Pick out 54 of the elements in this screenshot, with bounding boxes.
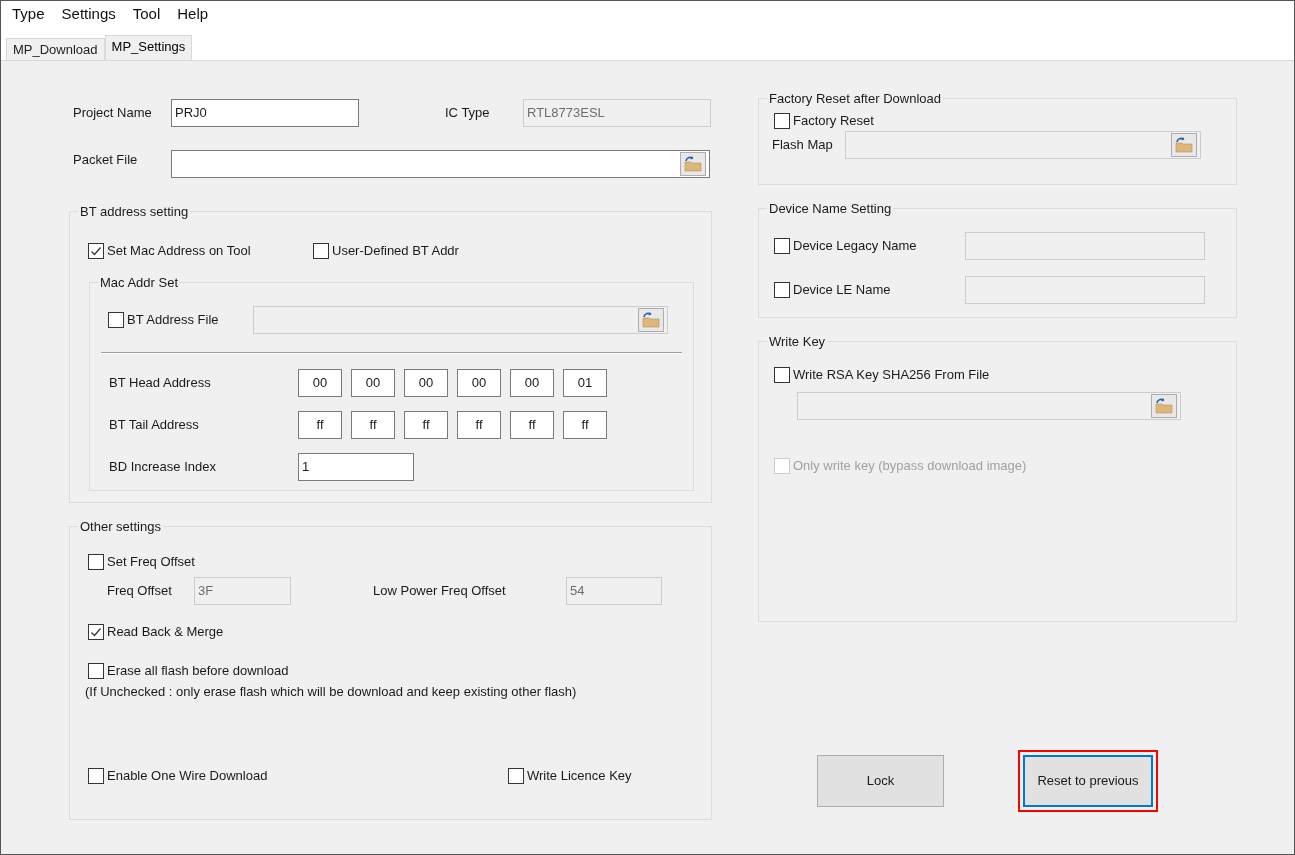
field-label: BD Increase Index [108, 458, 217, 477]
field-label: Packet File [72, 151, 139, 169]
byte-field[interactable]: ff [351, 411, 395, 439]
menu-item[interactable]: Tool [131, 2, 162, 26]
group-title: Mac Addr Set [99, 273, 180, 292]
checkbox[interactable]: Set Mac Address on Tool [88, 241, 313, 260]
checkmark-icon [90, 244, 102, 257]
action-button[interactable]: Reset to previous [1023, 755, 1153, 807]
field-label: BT Head Address [108, 374, 212, 393]
group-title: Factory Reset after Download [768, 90, 942, 108]
text-field[interactable] [171, 150, 710, 178]
checkbox[interactable]: Device Legacy Name [774, 236, 965, 255]
checkbox[interactable]: Write RSA Key SHA256 From File [774, 365, 1236, 384]
byte-field[interactable]: ff [298, 411, 342, 439]
text-field[interactable]: 1 [298, 453, 414, 481]
group-title: Device Name Setting [768, 200, 893, 218]
field-label: Low Power Freq Offset [373, 581, 507, 600]
checkmark-icon [90, 625, 102, 638]
group-title: Write Key [768, 333, 827, 351]
checkbox[interactable]: Erase all flash before download [88, 661, 711, 680]
group-title: BT address setting [79, 203, 190, 221]
checkbox[interactable]: BT Address File [108, 311, 253, 329]
checkbox[interactable]: User-Defined BT Addr [313, 241, 459, 260]
byte-field[interactable]: ff [404, 411, 448, 439]
byte-field[interactable]: 00 [457, 369, 501, 397]
folder-browse-button[interactable] [680, 152, 706, 176]
checkbox[interactable]: Factory Reset [774, 111, 1236, 130]
menu-item[interactable]: Help [176, 2, 210, 26]
field-label: IC Type [445, 104, 491, 123]
action-button[interactable]: Lock [817, 755, 944, 807]
byte-field[interactable]: ff [457, 411, 501, 439]
byte-field[interactable]: ff [510, 411, 554, 439]
tab[interactable]: MP_Settings [104, 35, 193, 60]
tab[interactable]: MP_Download [6, 38, 105, 60]
byte-field[interactable]: 00 [298, 369, 342, 397]
byte-field[interactable]: 00 [351, 369, 395, 397]
note-text: (If Unchecked : only erase flash which will be download and keep existing other flash) [85, 683, 577, 699]
checkbox[interactable]: Write Licence Key [508, 767, 632, 785]
text-field[interactable]: PRJ0 [171, 99, 359, 127]
byte-field[interactable]: 00 [404, 369, 448, 397]
field-label: BT Tail Address [108, 416, 200, 435]
byte-field[interactable]: ff [563, 411, 607, 439]
field-label: Freq Offset [106, 581, 173, 600]
checkbox[interactable]: Enable One Wire Download [88, 767, 508, 785]
byte-field[interactable]: 00 [510, 369, 554, 397]
menu-item[interactable]: Type [11, 2, 46, 26]
byte-field[interactable]: 01 [563, 369, 607, 397]
menu-item[interactable]: Settings [60, 2, 117, 26]
checkbox[interactable]: Set Freq Offset [88, 552, 711, 571]
checkbox[interactable]: Device LE Name [774, 280, 965, 299]
checkbox[interactable]: Read Back & Merge [88, 622, 711, 641]
field-label: Project Name [72, 104, 153, 123]
group-title: Other settings [79, 518, 162, 536]
field-label: Flash Map [771, 135, 834, 154]
